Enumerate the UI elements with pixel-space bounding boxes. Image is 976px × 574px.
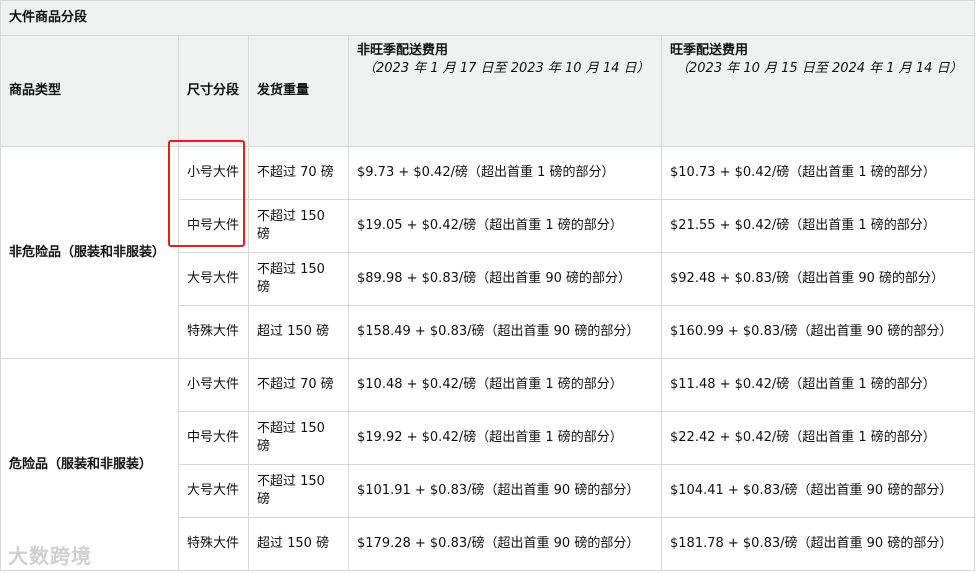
peak-fee-cell: $10.73 + $0.42/磅（超出首重 1 磅的部分） [660, 146, 976, 200]
off-peak-fee-cell: $179.28 + $0.83/磅（超出首重 90 磅的部分） [348, 517, 662, 571]
table-row: 危险品（服装和非服装） 小号大件 不超过 70 磅 $10.48 + $0.42… [0, 358, 976, 571]
weight-cell: 不超过 150 磅 [248, 199, 349, 253]
peak-fee-cell: $21.55 + $0.42/磅（超出首重 1 磅的部分） [660, 199, 976, 253]
weight-cell: 不超过 150 磅 [248, 252, 349, 306]
peak-fee-cell: $92.48 + $0.83/磅（超出首重 90 磅的部分） [660, 252, 976, 306]
size-tier-cell: 小号大件 [178, 146, 249, 200]
product-type-cell: 危险品（服装和非服装） [0, 358, 179, 571]
peak-fee-cell: $11.48 + $0.42/磅（超出首重 1 磅的部分） [660, 358, 976, 412]
header-shipping-weight: 发货重量 [248, 35, 349, 147]
weight-cell: 不超过 150 磅 [248, 411, 349, 465]
peak-fee-cell: $181.78 + $0.83/磅（超出首重 90 磅的部分） [660, 517, 976, 571]
size-tier-cell: 大号大件 [178, 252, 249, 306]
size-tier-cell: 中号大件 [178, 411, 249, 465]
off-peak-fee-cell: $10.48 + $0.42/磅（超出首重 1 磅的部分） [348, 358, 662, 412]
weight-cell: 不超过 150 磅 [248, 464, 349, 518]
weight-cell: 超过 150 磅 [248, 517, 349, 571]
table-title: 大件商品分段 [0, 0, 976, 36]
header-peak: 旺季配送费用 （2023 年 10 月 15 日至 2024 年 1 月 14 … [660, 35, 976, 147]
peak-fee-cell: $160.99 + $0.83/磅（超出首重 90 磅的部分） [660, 305, 976, 359]
size-tier-cell: 特殊大件 [178, 305, 249, 359]
off-peak-fee-cell: $19.92 + $0.42/磅（超出首重 1 磅的部分） [348, 411, 662, 465]
weight-cell: 不超过 70 磅 [248, 146, 349, 200]
product-type-cell: 非危险品（服装和非服装） [0, 146, 179, 359]
fee-table: 大件商品分段 商品类型 尺寸分段 发货重量 非旺季配送费用 （2023 年 1 … [0, 0, 976, 571]
off-peak-fee-cell: $101.91 + $0.83/磅（超出首重 90 磅的部分） [348, 464, 662, 518]
size-tier-cell: 特殊大件 [178, 517, 249, 571]
header-peak-dates: （2023 年 10 月 15 日至 2024 年 1 月 14 日） [676, 61, 963, 76]
header-off-peak-dates: （2023 年 1 月 17 日至 2023 年 10 月 14 日） [363, 61, 650, 76]
weight-cell: 不超过 70 磅 [248, 358, 349, 412]
header-size-tier: 尺寸分段 [178, 35, 249, 147]
weight-cell: 超过 150 磅 [248, 305, 349, 359]
peak-fee-cell: $22.42 + $0.42/磅（超出首重 1 磅的部分） [660, 411, 976, 465]
off-peak-fee-cell: $9.73 + $0.42/磅（超出首重 1 磅的部分） [348, 146, 662, 200]
off-peak-fee-cell: $89.98 + $0.83/磅（超出首重 90 磅的部分） [348, 252, 662, 306]
header-product-type: 商品类型 [0, 35, 179, 147]
off-peak-fee-cell: $158.49 + $0.83/磅（超出首重 90 磅的部分） [348, 305, 662, 359]
size-tier-cell: 中号大件 [178, 199, 249, 253]
peak-fee-cell: $104.41 + $0.83/磅（超出首重 90 磅的部分） [660, 464, 976, 518]
header-off-peak-label: 非旺季配送费用 [357, 43, 449, 58]
header-peak-label: 旺季配送费用 [670, 43, 749, 58]
size-tier-cell: 大号大件 [178, 464, 249, 518]
size-tier-cell: 小号大件 [178, 358, 249, 412]
off-peak-fee-cell: $19.05 + $0.42/磅（超出首重 1 磅的部分） [348, 199, 662, 253]
table-row: 非危险品（服装和非服装） 小号大件 不超过 70 磅 $9.73 + $0.42… [0, 146, 976, 359]
header-off-peak: 非旺季配送费用 （2023 年 1 月 17 日至 2023 年 10 月 14… [348, 35, 662, 147]
